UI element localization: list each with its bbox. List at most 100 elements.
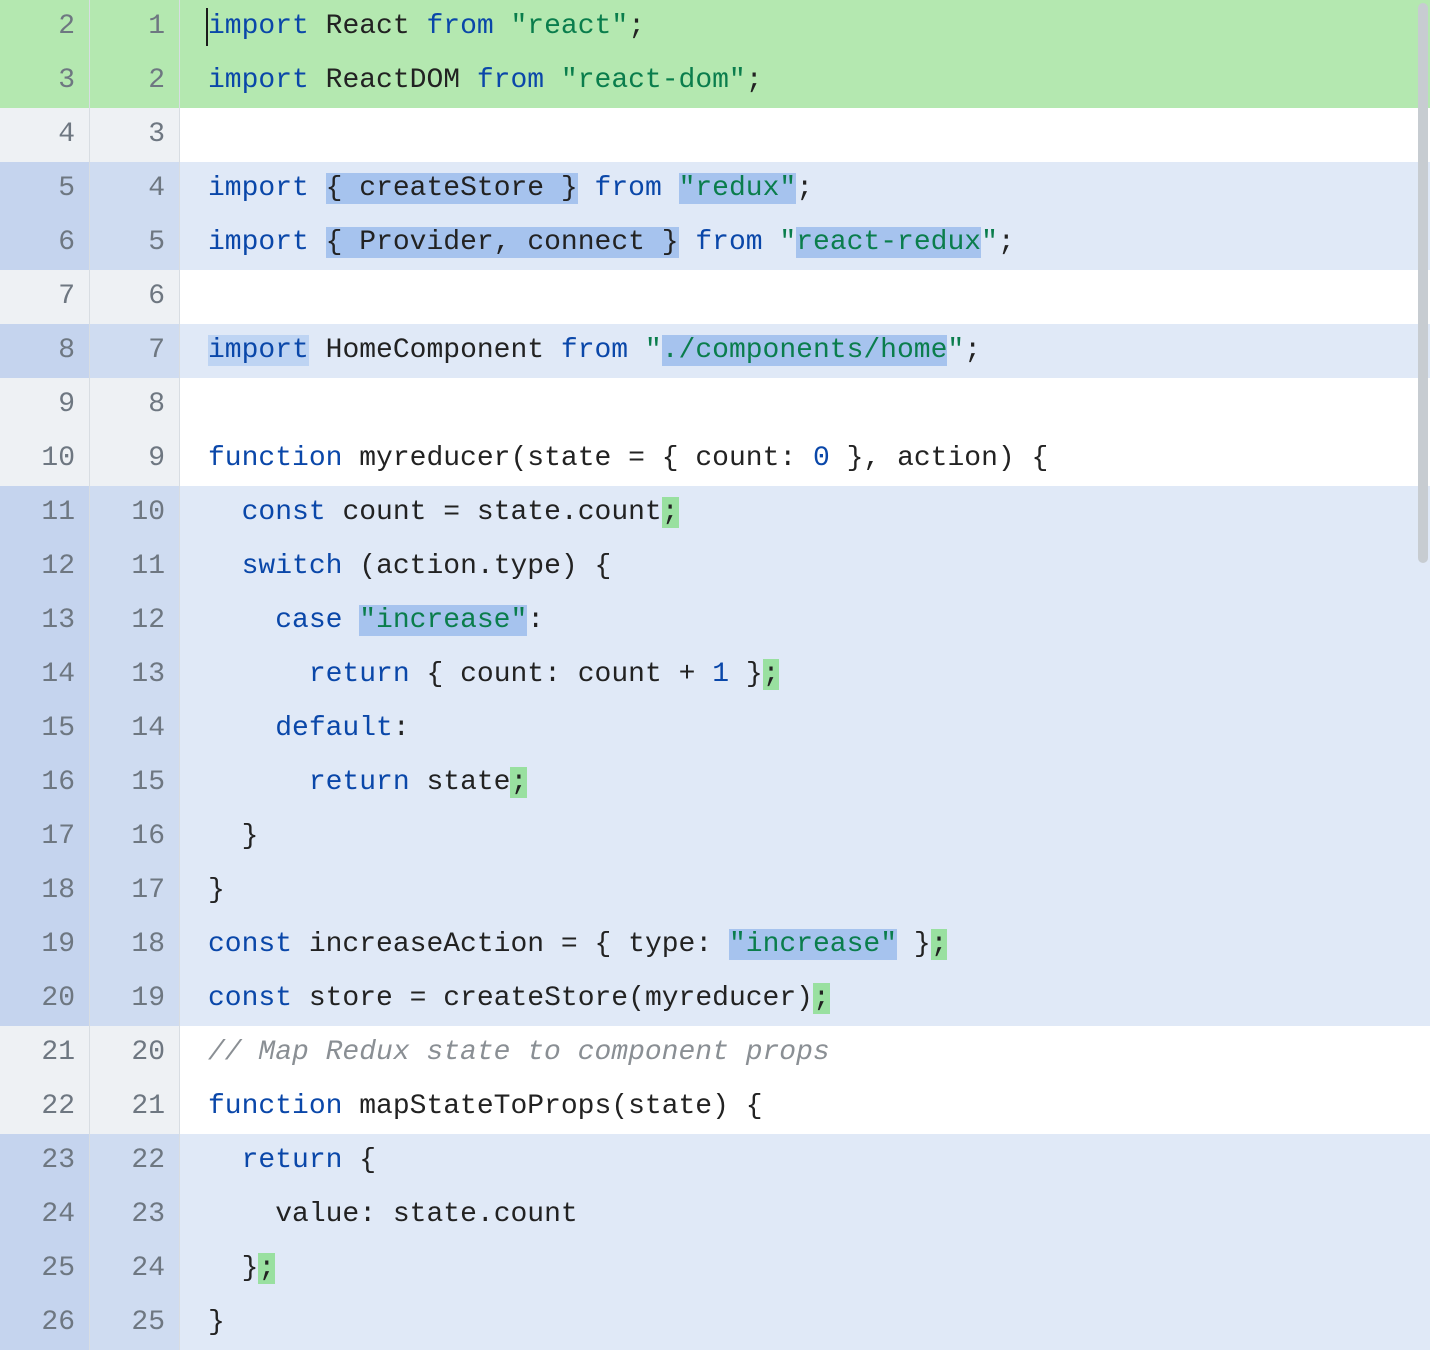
diff-row[interactable]: 2221function mapStateToProps(state) { xyxy=(0,1080,1430,1134)
line-number-old: 15 xyxy=(0,702,90,756)
line-number-new: 13 xyxy=(90,648,180,702)
line-number-new: 22 xyxy=(90,1134,180,1188)
code-line[interactable]: import HomeComponent from "./components/… xyxy=(180,324,1430,378)
line-number-new: 8 xyxy=(90,378,180,432)
line-number-new: 15 xyxy=(90,756,180,810)
line-number-old: 20 xyxy=(0,972,90,1026)
diff-row[interactable]: 1918const increaseAction = { type: "incr… xyxy=(0,918,1430,972)
code-line[interactable]: function mapStateToProps(state) { xyxy=(180,1080,1430,1134)
diff-row[interactable]: 2423 value: state.count xyxy=(0,1188,1430,1242)
code-line[interactable]: switch (action.type) { xyxy=(180,540,1430,594)
diff-row[interactable]: 21import React from "react"; xyxy=(0,0,1430,54)
line-number-new: 23 xyxy=(90,1188,180,1242)
line-number-new: 25 xyxy=(90,1296,180,1350)
line-number-old: 22 xyxy=(0,1080,90,1134)
line-number-old: 23 xyxy=(0,1134,90,1188)
diff-editor[interactable]: 21import React from "react";32import Rea… xyxy=(0,0,1430,1352)
diff-row[interactable]: 1110 const count = state.count; xyxy=(0,486,1430,540)
diff-row[interactable]: 87import HomeComponent from "./component… xyxy=(0,324,1430,378)
line-number-old: 5 xyxy=(0,162,90,216)
scrollbar-thumb[interactable] xyxy=(1418,3,1428,563)
line-number-new: 1 xyxy=(90,0,180,54)
line-number-new: 3 xyxy=(90,108,180,162)
diff-row[interactable]: 32import ReactDOM from "react-dom"; xyxy=(0,54,1430,108)
diff-row[interactable]: 1615 return state; xyxy=(0,756,1430,810)
diff-row[interactable]: 1211 switch (action.type) { xyxy=(0,540,1430,594)
line-number-old: 2 xyxy=(0,0,90,54)
code-line[interactable]: return state; xyxy=(180,756,1430,810)
line-number-old: 24 xyxy=(0,1188,90,1242)
line-number-new: 4 xyxy=(90,162,180,216)
line-number-old: 18 xyxy=(0,864,90,918)
diff-row[interactable]: 109function myreducer(state = { count: 0… xyxy=(0,432,1430,486)
diff-row[interactable]: 1312 case "increase": xyxy=(0,594,1430,648)
line-number-old: 12 xyxy=(0,540,90,594)
code-line[interactable]: const count = state.count; xyxy=(180,486,1430,540)
diff-row[interactable]: 2120// Map Redux state to component prop… xyxy=(0,1026,1430,1080)
diff-row[interactable]: 54import { createStore } from "redux"; xyxy=(0,162,1430,216)
line-number-old: 11 xyxy=(0,486,90,540)
line-number-old: 26 xyxy=(0,1296,90,1350)
line-number-new: 16 xyxy=(90,810,180,864)
code-line[interactable]: value: state.count xyxy=(180,1188,1430,1242)
code-line[interactable]: const increaseAction = { type: "increase… xyxy=(180,918,1430,972)
diff-row[interactable]: 2524 }; xyxy=(0,1242,1430,1296)
diff-row[interactable]: 2322 return { xyxy=(0,1134,1430,1188)
line-number-old: 21 xyxy=(0,1026,90,1080)
code-line[interactable]: import React from "react"; xyxy=(180,0,1430,54)
code-line[interactable]: // Map Redux state to component props xyxy=(180,1026,1430,1080)
code-line[interactable]: return { count: count + 1 }; xyxy=(180,648,1430,702)
diff-row[interactable]: 43 xyxy=(0,108,1430,162)
line-number-old: 8 xyxy=(0,324,90,378)
diff-row[interactable]: 2625} xyxy=(0,1296,1430,1350)
line-number-old: 14 xyxy=(0,648,90,702)
line-number-new: 19 xyxy=(90,972,180,1026)
line-number-new: 17 xyxy=(90,864,180,918)
line-number-new: 21 xyxy=(90,1080,180,1134)
line-number-new: 7 xyxy=(90,324,180,378)
text-cursor xyxy=(206,8,208,46)
line-number-old: 3 xyxy=(0,54,90,108)
line-number-new: 6 xyxy=(90,270,180,324)
code-line[interactable]: return { xyxy=(180,1134,1430,1188)
line-number-new: 14 xyxy=(90,702,180,756)
code-line[interactable]: } xyxy=(180,810,1430,864)
code-line[interactable]: case "increase": xyxy=(180,594,1430,648)
code-line[interactable]: import ReactDOM from "react-dom"; xyxy=(180,54,1430,108)
diff-row[interactable]: 2019const store = createStore(myreducer)… xyxy=(0,972,1430,1026)
line-number-new: 20 xyxy=(90,1026,180,1080)
code-line[interactable]: default: xyxy=(180,702,1430,756)
diff-row[interactable]: 1413 return { count: count + 1 }; xyxy=(0,648,1430,702)
code-line[interactable]: import { createStore } from "redux"; xyxy=(180,162,1430,216)
code-line[interactable]: } xyxy=(180,864,1430,918)
line-number-new: 18 xyxy=(90,918,180,972)
line-number-old: 4 xyxy=(0,108,90,162)
code-line[interactable]: function myreducer(state = { count: 0 },… xyxy=(180,432,1430,486)
diff-row[interactable]: 1817} xyxy=(0,864,1430,918)
line-number-new: 11 xyxy=(90,540,180,594)
line-number-new: 24 xyxy=(90,1242,180,1296)
code-line[interactable]: } xyxy=(180,1296,1430,1350)
code-line[interactable] xyxy=(180,108,1430,162)
diff-row[interactable]: 65import { Provider, connect } from "rea… xyxy=(0,216,1430,270)
line-number-new: 12 xyxy=(90,594,180,648)
line-number-old: 9 xyxy=(0,378,90,432)
diff-row[interactable]: 76 xyxy=(0,270,1430,324)
code-line[interactable]: import { Provider, connect } from "react… xyxy=(180,216,1430,270)
line-number-old: 25 xyxy=(0,1242,90,1296)
line-number-old: 16 xyxy=(0,756,90,810)
line-number-old: 13 xyxy=(0,594,90,648)
diff-row[interactable]: 1514 default: xyxy=(0,702,1430,756)
diff-row[interactable]: 1716 } xyxy=(0,810,1430,864)
code-line[interactable] xyxy=(180,378,1430,432)
code-line[interactable] xyxy=(180,270,1430,324)
line-number-old: 7 xyxy=(0,270,90,324)
code-line[interactable]: const store = createStore(myreducer); xyxy=(180,972,1430,1026)
diff-row[interactable]: 98 xyxy=(0,378,1430,432)
code-line[interactable]: }; xyxy=(180,1242,1430,1296)
line-number-old: 17 xyxy=(0,810,90,864)
line-number-new: 2 xyxy=(90,54,180,108)
line-number-new: 10 xyxy=(90,486,180,540)
line-number-new: 5 xyxy=(90,216,180,270)
line-number-old: 10 xyxy=(0,432,90,486)
